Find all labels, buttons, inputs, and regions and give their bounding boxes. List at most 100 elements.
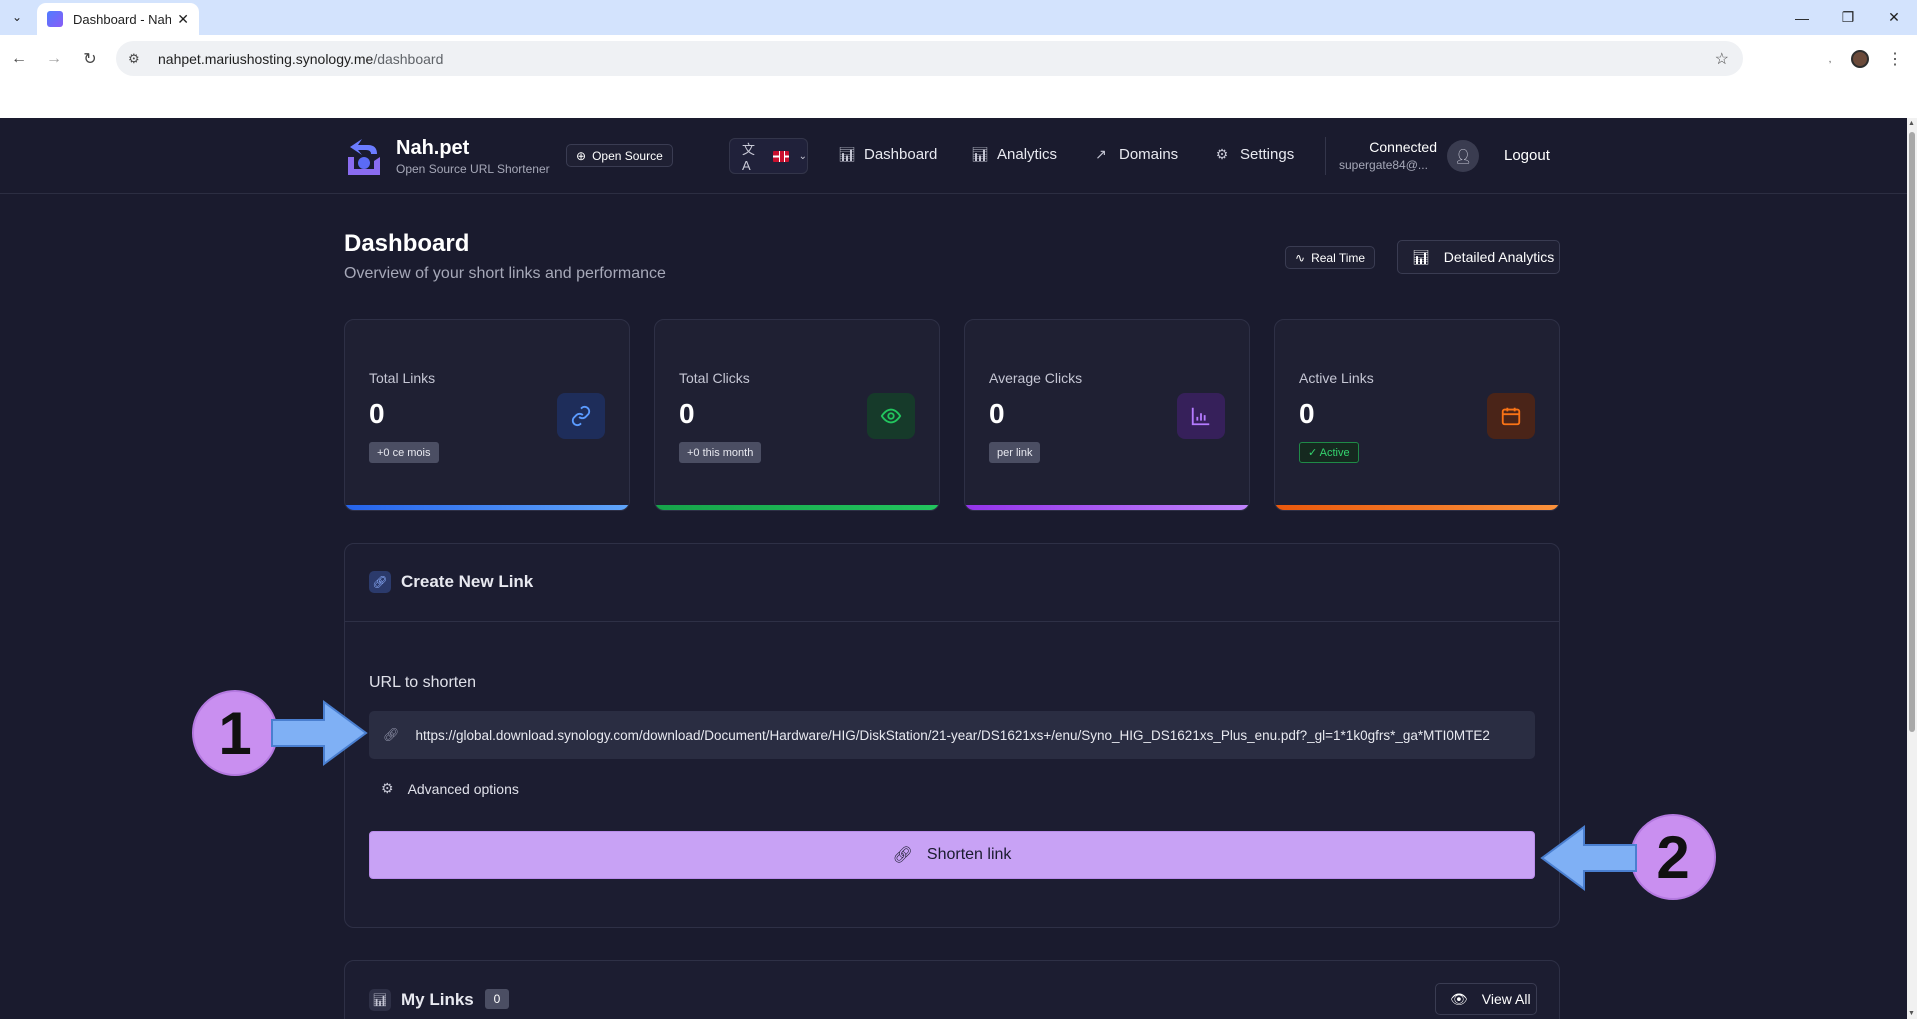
globe-icon: ⊕ (576, 148, 587, 163)
link-icon: 🔗︎ (892, 847, 913, 864)
browser-menu-icon[interactable]: ⋮ (1883, 47, 1907, 71)
advanced-options-toggle[interactable]: ⚙ Advanced options (381, 780, 519, 797)
logout-button[interactable]: Logout (1504, 147, 1550, 164)
tab-title: Dashboard - Nah.pet (73, 11, 172, 27)
stat-badge: ✓ Active (1299, 442, 1359, 463)
bar-chart-icon: 📊︎ (1412, 248, 1430, 265)
stat-value: 0 (679, 398, 695, 429)
stat-value: 0 (989, 398, 1005, 429)
annotation-marker-2: 2 (1630, 814, 1716, 900)
stat-card-average-clicks: Average Clicks 0 per link (964, 319, 1250, 511)
close-window-icon[interactable]: ✕ (1871, 0, 1917, 35)
forward-icon[interactable]: → (42, 47, 66, 71)
eye-icon (867, 393, 915, 439)
user-icon: 👤︎ (1454, 147, 1472, 164)
scroll-down-arrow[interactable]: ▼ (1908, 1010, 1915, 1017)
favicon-icon (47, 11, 63, 27)
nahpet-logo-icon[interactable] (344, 135, 382, 175)
gear-icon: ⚙ (1215, 146, 1229, 162)
nav-dashboard[interactable]: 📊︎ Dashboard (838, 146, 937, 163)
stat-card-active-links: Active Links 0 ✓ Active (1274, 319, 1560, 511)
annotation-arrow-right-icon (271, 700, 368, 766)
stat-value: 0 (1299, 398, 1315, 429)
link-icon: 🔗︎ (383, 727, 400, 742)
back-icon[interactable]: ← (7, 47, 31, 71)
url-host: nahpet.mariushosting.synology.me (158, 50, 374, 67)
activity-icon: ∿ (1295, 250, 1306, 265)
my-links-panel: 📊︎ My Links 0 👁︎ View All (344, 960, 1560, 1019)
browser-toolbar: ← → ↻ ⚙ nahpet.mariushosting.synology.me… (0, 35, 1917, 82)
nav-divider (1325, 137, 1326, 175)
profile-avatar-icon[interactable] (1848, 47, 1872, 71)
scrollbar-thumb[interactable] (1909, 132, 1915, 732)
link-icon: 🔗︎ (369, 571, 391, 593)
create-link-panel: 🔗︎ Create New Link URL to shorten 🔗︎ htt… (344, 543, 1560, 928)
nav-domains[interactable]: ↗ Domains (1093, 146, 1178, 163)
my-links-count-badge: 0 (485, 989, 509, 1009)
language-selector[interactable]: 文A ⌄ (729, 138, 808, 174)
status-text: Connected (1369, 139, 1437, 155)
address-bar[interactable]: ⚙ nahpet.mariushosting.synology.me/dashb… (116, 41, 1743, 76)
user-avatar[interactable]: 👤︎ (1447, 140, 1479, 172)
translate-icon: 文A (742, 142, 756, 173)
stat-label: Total Clicks (679, 370, 750, 386)
connection-status: Connected supergate84@... (1339, 139, 1437, 172)
url-input-value: https://global.download.synology.com/dow… (415, 727, 1490, 743)
url-path: /dashboard (373, 50, 444, 67)
extension-icon[interactable]: , (1818, 47, 1842, 71)
link-icon (557, 393, 605, 439)
stat-value: 0 (369, 398, 385, 429)
gear-icon: ⚙ (381, 780, 394, 796)
open-source-button[interactable]: ⊕ Open Source (566, 144, 673, 167)
reload-icon[interactable]: ↻ (78, 47, 102, 71)
detailed-analytics-label: Detailed Analytics (1443, 249, 1555, 265)
bar-chart-icon: 📊︎ (369, 989, 391, 1011)
stat-accent-bar (655, 505, 939, 510)
view-all-button[interactable]: 👁︎ View All (1435, 983, 1537, 1015)
advanced-options-label: Advanced options (407, 780, 519, 797)
page-scrollbar[interactable]: ▲ ▼ (1907, 118, 1917, 1019)
user-email: supergate84@... (1339, 158, 1428, 172)
close-tab-icon[interactable]: ✕ (177, 11, 189, 28)
eye-icon: 👁︎ (1450, 990, 1468, 1007)
stat-accent-bar (965, 505, 1249, 510)
real-time-button[interactable]: ∿ Real Time (1285, 246, 1376, 269)
top-navigation: Nah.pet Open Source URL Shortener ⊕ Open… (0, 118, 1907, 194)
shorten-link-label: Shorten link (926, 846, 1012, 863)
uk-flag-icon (773, 150, 789, 162)
brand-tagline: Open Source URL Shortener (396, 162, 550, 176)
annotation-marker-1: 1 (192, 690, 278, 776)
external-link-icon: ↗ (1095, 146, 1107, 162)
nav-dashboard-label: Dashboard (864, 146, 938, 163)
scroll-up-arrow[interactable]: ▲ (1908, 120, 1915, 127)
nav-settings[interactable]: ⚙ Settings (1214, 146, 1294, 163)
tab-search-icon[interactable]: ⌄ (6, 6, 28, 28)
bar-chart-icon: 📊︎ (971, 146, 989, 162)
calendar-icon (1487, 393, 1535, 439)
url-input[interactable]: 🔗︎ https://global.download.synology.com/… (369, 711, 1535, 759)
bookmarks-strip (0, 82, 1917, 118)
stat-label: Total Links (369, 370, 436, 386)
my-links-title: My Links (401, 990, 474, 1009)
brand-name[interactable]: Nah.pet (396, 137, 469, 160)
page-title: Dashboard (344, 230, 470, 257)
stat-badge: +0 this month (679, 442, 762, 463)
stat-accent-bar (345, 505, 629, 510)
stat-badge: per link (989, 442, 1041, 463)
bar-chart-icon: 📊︎ (838, 146, 856, 162)
browser-tab[interactable]: Dashboard - Nah.pet ✕ (37, 3, 199, 35)
nav-settings-label: Settings (1240, 146, 1295, 163)
stat-card-total-links: Total Links 0 +0 ce mois (344, 319, 630, 511)
open-source-label: Open Source (592, 148, 663, 163)
site-info-icon[interactable]: ⚙ (128, 51, 146, 67)
stat-card-total-clicks: Total Clicks 0 +0 this month (654, 319, 940, 511)
bookmark-star-icon[interactable]: ☆ (1715, 49, 1729, 69)
view-all-label: View All (1481, 991, 1531, 1007)
restore-icon[interactable]: ❐ (1825, 0, 1871, 35)
create-link-header: 🔗︎ Create New Link (345, 544, 1559, 622)
detailed-analytics-button[interactable]: 📊︎ Detailed Analytics (1397, 240, 1560, 274)
nav-analytics[interactable]: 📊︎ Analytics (971, 146, 1057, 163)
create-link-title: Create New Link (401, 572, 534, 591)
shorten-link-button[interactable]: 🔗︎ Shorten link (369, 831, 1535, 879)
minimize-icon[interactable]: — (1779, 0, 1825, 35)
